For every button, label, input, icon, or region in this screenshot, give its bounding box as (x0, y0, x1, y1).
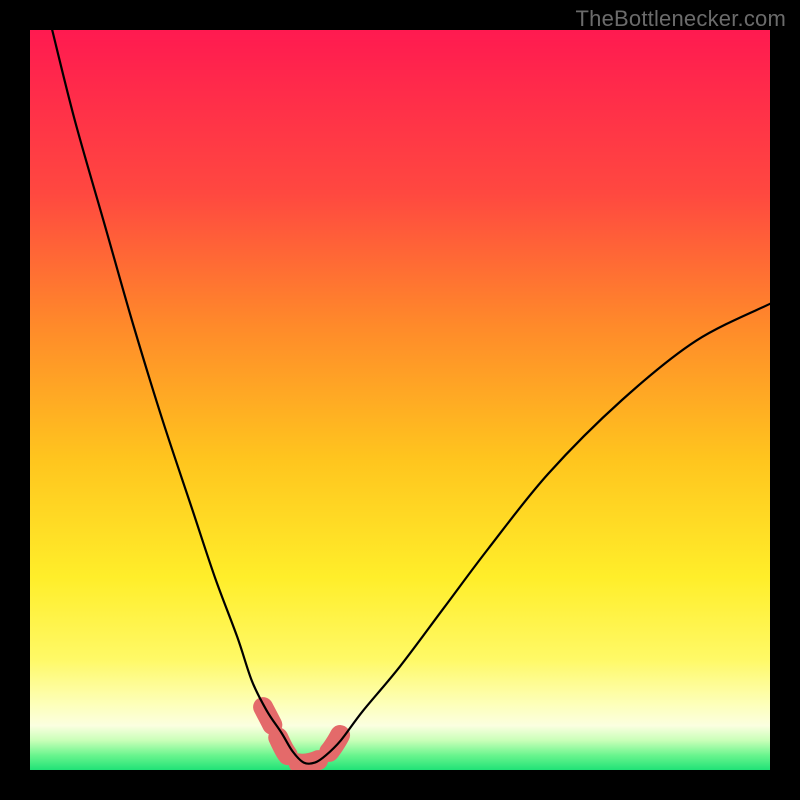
plot-area (30, 30, 770, 770)
bottleneck-curve (52, 30, 770, 764)
outer-frame: TheBottlenecker.com (0, 0, 800, 800)
highlight-markers (263, 707, 344, 764)
curve-layer (30, 30, 770, 770)
watermark-text: TheBottlenecker.com (576, 6, 786, 32)
